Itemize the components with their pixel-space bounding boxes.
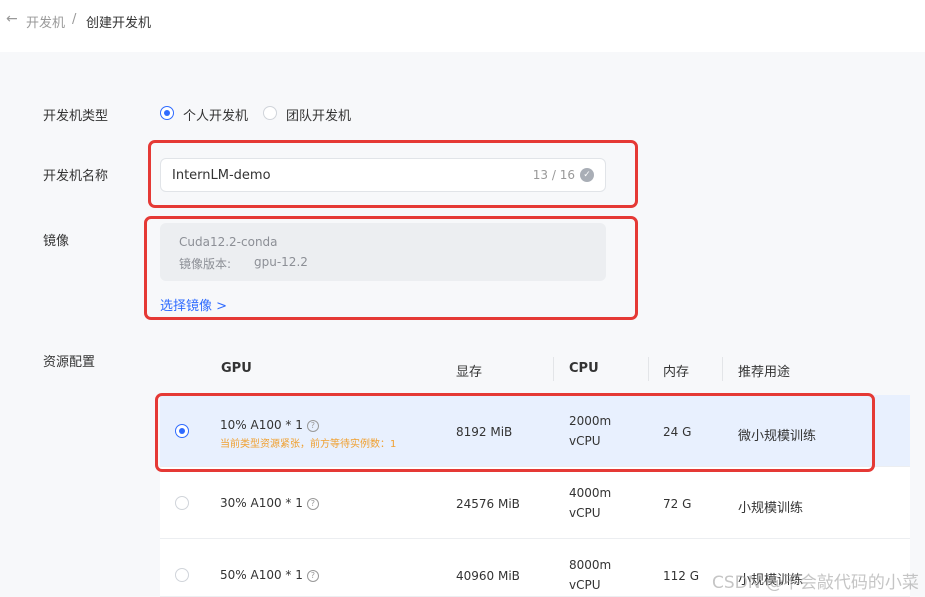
cpu-unit: vCPU bbox=[569, 506, 601, 520]
char-count: 13 / 16 bbox=[532, 168, 575, 182]
col-usage: 推荐用途 bbox=[738, 365, 791, 380]
select-image-link[interactable]: 选择镜像 > bbox=[160, 295, 227, 314]
cpu-cell: 2000m bbox=[569, 414, 612, 428]
radio-personal[interactable] bbox=[160, 106, 174, 120]
usage-cell: 微小规模训练 bbox=[738, 429, 817, 444]
breadcrumb-separator: / bbox=[72, 12, 77, 27]
cpu-cell: 8000m bbox=[569, 558, 612, 572]
gpu-value: 30% A100 * 1 bbox=[220, 496, 303, 510]
col-vram: 显存 bbox=[456, 365, 483, 380]
image-version-value: gpu-12.2 bbox=[254, 255, 308, 269]
ram-cell: 72 G bbox=[663, 497, 692, 511]
cpu-unit: vCPU bbox=[569, 434, 601, 448]
col-cpu: CPU bbox=[569, 361, 599, 376]
col-ram: 内存 bbox=[663, 365, 690, 380]
question-circle-icon[interactable]: ? bbox=[306, 419, 319, 432]
vram-cell: 8192 MiB bbox=[456, 425, 513, 439]
queue-warning: 当前类型资源紧张，前方等待实例数：1 bbox=[220, 439, 397, 450]
gpu-value: 50% A100 * 1 bbox=[220, 568, 303, 582]
resource-table: GPU 显存 CPU 内存 推荐用途 10% A100 * 1? 当前类型资源紧… bbox=[160, 343, 910, 597]
row-radio[interactable] bbox=[175, 424, 189, 438]
image-label: 镜像 bbox=[43, 234, 70, 249]
breadcrumb-parent[interactable]: 开发机 bbox=[26, 12, 65, 31]
image-info-box: Cuda12.2-conda 镜像版本: gpu-12.2 bbox=[160, 223, 606, 281]
ram-cell: 112 G bbox=[663, 569, 700, 583]
watermark: CSDN @不会敲代码的小菜 bbox=[712, 573, 919, 593]
image-version-label: 镜像版本: bbox=[179, 257, 232, 271]
row-radio[interactable] bbox=[175, 496, 189, 510]
col-divider bbox=[722, 357, 723, 381]
gpu-value: 10% A100 * 1 bbox=[220, 418, 303, 432]
machine-type-label: 开发机类型 bbox=[43, 109, 109, 124]
machine-name-label: 开发机名称 bbox=[43, 169, 109, 184]
machine-name-field[interactable]: 13 / 16 ✓ bbox=[160, 158, 606, 192]
row-radio[interactable] bbox=[175, 568, 189, 582]
usage-cell: 小规模训练 bbox=[738, 501, 804, 516]
vram-cell: 24576 MiB bbox=[456, 497, 520, 511]
gpu-cell: 50% A100 * 1? bbox=[220, 568, 319, 582]
radio-team-label[interactable]: 团队开发机 bbox=[286, 105, 351, 124]
table-header: GPU 显存 CPU 内存 推荐用途 bbox=[160, 343, 910, 395]
top-bar: ← 开发机 / 创建开发机 bbox=[0, 0, 925, 52]
vram-cell: 40960 MiB bbox=[456, 569, 520, 583]
col-divider bbox=[553, 357, 554, 381]
resource-label: 资源配置 bbox=[43, 355, 96, 370]
ram-cell: 24 G bbox=[663, 425, 692, 439]
question-circle-icon[interactable]: ? bbox=[306, 569, 319, 582]
question-circle-icon[interactable]: ? bbox=[306, 497, 319, 510]
machine-name-input[interactable] bbox=[172, 166, 502, 184]
gpu-cell: 10% A100 * 1? bbox=[220, 418, 319, 432]
col-divider bbox=[648, 357, 649, 381]
radio-personal-label[interactable]: 个人开发机 bbox=[183, 105, 248, 124]
table-row[interactable]: 10% A100 * 1? 当前类型资源紧张，前方等待实例数：1 8192 Mi… bbox=[160, 395, 910, 467]
image-name: Cuda12.2-conda bbox=[179, 235, 278, 249]
radio-team[interactable] bbox=[263, 106, 277, 120]
arrow-left-icon[interactable]: ← bbox=[6, 11, 18, 27]
cpu-unit: vCPU bbox=[569, 578, 601, 592]
table-row[interactable]: 30% A100 * 1? 24576 MiB 4000m vCPU 72 G … bbox=[160, 467, 910, 539]
col-gpu: GPU bbox=[221, 361, 252, 376]
check-circle-icon: ✓ bbox=[580, 168, 594, 182]
gpu-cell: 30% A100 * 1? bbox=[220, 496, 319, 510]
breadcrumb-current: 创建开发机 bbox=[86, 16, 152, 31]
cpu-cell: 4000m bbox=[569, 486, 612, 500]
